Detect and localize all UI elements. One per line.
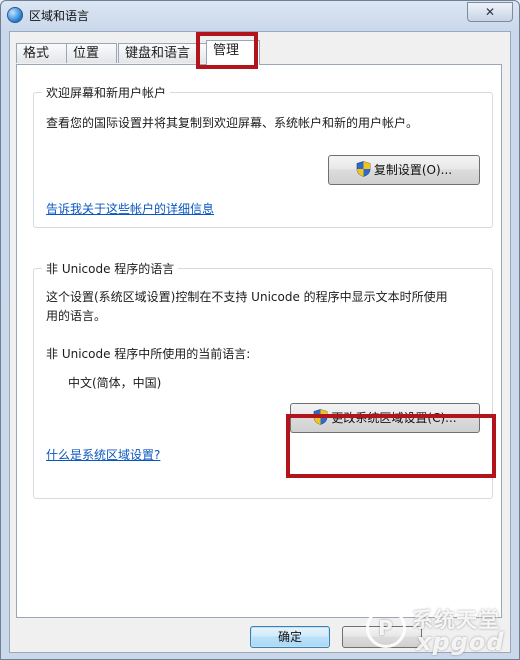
uac-shield-icon: [356, 161, 371, 177]
watermark-bottom-text: xpgod: [416, 628, 505, 656]
current-language-value: 中文(简体，中国): [68, 376, 162, 390]
system-locale-description-line1: 这个设置(系统区域设置)控制在不支持 Unicode 的程序中显示文本时所使用: [46, 290, 448, 304]
current-language-label: 非 Unicode 程序中所使用的当前语言:: [46, 347, 251, 361]
non-unicode-group-title: 非 Unicode 程序的语言: [42, 260, 179, 277]
welcome-group-title: 欢迎屏幕和新用户帐户: [42, 84, 171, 101]
title-bar[interactable]: 区域和语言 ✕: [1, 1, 519, 29]
window-title: 区域和语言: [29, 9, 90, 23]
watermark-logo-icon: P: [366, 608, 406, 648]
tab-location[interactable]: 位置: [66, 43, 117, 63]
copy-settings-label: 复制设置(O)...: [373, 163, 453, 177]
site-watermark: P 系统天堂 xpgod: [366, 604, 516, 658]
what-is-system-locale-link[interactable]: 什么是系统区域设置?: [46, 445, 160, 465]
copy-settings-button[interactable]: 复制设置(O)...: [328, 155, 480, 185]
tab-panel-administrative: 欢迎屏幕和新用户帐户 查看您的国际设置并将其复制到欢迎屏幕、系统帐户和新的用户帐…: [16, 64, 502, 618]
system-locale-description-line2: 用的语言。: [46, 309, 107, 323]
tab-format[interactable]: 格式: [16, 43, 67, 63]
close-button[interactable]: ✕: [467, 2, 513, 22]
highlight-box-tab: [196, 32, 258, 69]
welcome-screen-group: 欢迎屏幕和新用户帐户 查看您的国际设置并将其复制到欢迎屏幕、系统帐户和新的用户帐…: [33, 84, 493, 228]
highlight-box-change-locale: [286, 414, 496, 478]
account-details-link[interactable]: 告诉我关于这些帐户的详细信息: [46, 199, 214, 219]
globe-icon: [7, 7, 23, 23]
dialog-window: 区域和语言 ✕ 格式 位置 键盘和语言 管理 欢迎屏幕和新用户帐户 查看您的国际…: [0, 0, 520, 660]
ok-button[interactable]: 确定: [250, 626, 330, 648]
tab-keyboard-language[interactable]: 键盘和语言: [118, 43, 208, 63]
welcome-description: 查看您的国际设置并将其复制到欢迎屏幕、系统帐户和新的用户帐户。: [46, 116, 419, 130]
dialog-client: 格式 位置 键盘和语言 管理 欢迎屏幕和新用户帐户 查看您的国际设置并将其复制到…: [9, 31, 511, 653]
